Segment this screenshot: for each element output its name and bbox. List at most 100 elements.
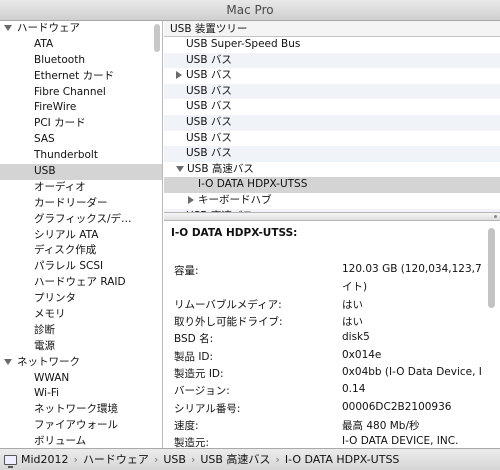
tree-row[interactable]: USB バス	[164, 131, 500, 147]
tree-row-label: USB バス	[186, 147, 232, 160]
sidebar-item[interactable]: Ethernet カード	[0, 69, 162, 85]
disclosure-triangle-icon[interactable]	[176, 165, 184, 172]
tree-row[interactable]: キーボードハブ	[164, 193, 500, 209]
sidebar-item[interactable]: WWAN	[0, 371, 162, 387]
path-bar: Mid2012 › ハードウェア › USB › USB 高速バス › I-O DATA HDP…	[0, 448, 500, 470]
sidebar-item[interactable]: メモリ	[0, 307, 162, 323]
detail-pane: I-O DATA HDPX-UTSS: 容量: 120.03 GB (120,03…	[164, 221, 500, 448]
sidebar-item-label: WWAN	[34, 371, 70, 384]
tree-row-label: キーボードハブ	[198, 193, 272, 206]
sidebar-item[interactable]: ハードウェア RAID	[0, 275, 162, 291]
sidebar-item[interactable]: Wi-Fi	[0, 386, 162, 402]
sidebar-item[interactable]: ディスク作成	[0, 243, 162, 259]
sidebar-item[interactable]: USB	[0, 164, 162, 180]
detail-scrollbar[interactable]	[488, 228, 495, 308]
tree-list: USB Super-Speed Bus USB バス USB バス USB バス USB…	[164, 37, 500, 212]
sidebar-item-label: ディスク作成	[34, 244, 97, 257]
breadcrumb-item[interactable]: I-O DATA HDPX-UTSS	[285, 453, 400, 466]
detail-key: 製品 ID:	[174, 351, 214, 363]
sidebar-item[interactable]: Bluetooth	[0, 53, 162, 69]
sidebar-item[interactable]: FireWire	[0, 100, 162, 116]
splitter-handle[interactable]	[494, 215, 497, 218]
tree-row-label: USB 高速バス	[187, 162, 254, 175]
sidebar-item-label: グラフィックス/デ…	[34, 212, 132, 225]
sidebar-item-label: カードリーダー	[34, 196, 108, 209]
sidebar-item[interactable]: ボリューム	[0, 434, 162, 448]
sidebar-item-label: Bluetooth	[34, 53, 85, 66]
chevron-right-icon: ›	[73, 453, 78, 466]
sidebar-item[interactable]: Thunderbolt	[0, 148, 162, 164]
tree-row[interactable]: USB バス	[164, 99, 500, 115]
pane-splitter[interactable]	[164, 212, 500, 221]
tree-row[interactable]: I-O DATA HDPX-UTSS	[164, 177, 500, 193]
sidebar-item-label: Fibre Channel	[34, 85, 106, 98]
detail-value: 0.14	[342, 383, 366, 395]
sidebar-item[interactable]: PCI カード	[0, 116, 162, 132]
sidebar-item-label: メモリ	[34, 308, 66, 321]
disclosure-triangle-icon[interactable]	[4, 358, 12, 365]
breadcrumb-item[interactable]: ハードウェア	[83, 453, 149, 466]
sidebar-item-label: SAS	[34, 133, 55, 146]
sidebar-item[interactable]: Fibre Channel	[0, 85, 162, 101]
tree-row-label: USB バス	[186, 100, 232, 113]
detail-key: シリアル番号:	[174, 403, 241, 415]
detail-value: 00006DC2B2100936	[342, 401, 452, 413]
sidebar-item-label: 電源	[34, 339, 55, 352]
breadcrumb-item[interactable]: USB 高速バス	[200, 453, 270, 466]
tree-row[interactable]: USB バス	[164, 68, 500, 84]
sidebar-item[interactable]: プリンタ	[0, 291, 162, 307]
sidebar-item[interactable]: SAS	[0, 132, 162, 148]
sidebar-section[interactable]: ネットワーク	[0, 355, 162, 371]
tree-header[interactable]: USB 装置ツリー	[164, 21, 500, 37]
detail-key: 速度:	[174, 420, 199, 432]
sidebar-item-label: FireWire	[34, 101, 77, 114]
sidebar-section[interactable]: ハードウェア	[0, 21, 162, 37]
detail-value: はい	[342, 299, 363, 311]
sidebar-item[interactable]: シリアル ATA	[0, 228, 162, 244]
sidebar-item[interactable]: オーディオ	[0, 180, 162, 196]
tree-row[interactable]: USB バス	[164, 114, 500, 131]
sidebar-item-label: パラレル SCSI	[34, 260, 104, 273]
sidebar-item[interactable]: グラフィックス/デ…	[0, 212, 162, 228]
breadcrumb-item[interactable]: Mid2012	[21, 453, 69, 466]
detail-key: 容量:	[174, 265, 199, 277]
detail-key: 取り外し可能ドライブ:	[174, 316, 283, 328]
chevron-right-icon: ›	[153, 453, 159, 466]
tree-row-label: USB バス	[186, 84, 232, 97]
sidebar-scrollbar[interactable]	[154, 24, 160, 52]
sidebar-item[interactable]: パラレル SCSI	[0, 259, 162, 275]
disclosure-triangle-icon[interactable]	[188, 195, 194, 204]
detail-key: 製造元:	[174, 437, 210, 448]
tree-row-label: USB バス	[186, 131, 232, 144]
sidebar-item[interactable]: ネットワーク環境	[0, 402, 162, 418]
detail-key: リムーバブルメディア:	[174, 299, 282, 311]
sidebar-item-label: PCI カード	[34, 117, 86, 130]
tree-row-label: USB Super-Speed Bus	[186, 38, 301, 50]
sidebar-item-label: オーディオ	[34, 180, 86, 193]
disclosure-triangle-icon[interactable]	[176, 71, 182, 80]
detail-value: 120.03 GB (120,034,123,7	[342, 263, 482, 275]
sidebar-item-label: ハードウェア	[17, 22, 80, 34]
tree-row[interactable]: USB 高速バス	[164, 162, 500, 178]
detail-value: disk5	[342, 331, 370, 343]
sidebar: ハードウェア ATA Bluetooth Ethernet カード Fibre Chan…	[0, 21, 163, 448]
computer-icon	[4, 455, 17, 468]
detail-title: I-O DATA HDPX-UTSS:	[171, 227, 298, 239]
tree-row[interactable]: USB バス	[164, 52, 500, 69]
sidebar-item[interactable]: カードリーダー	[0, 196, 162, 212]
sidebar-item-label: Wi-Fi	[34, 387, 60, 400]
tree-row[interactable]: USB バス	[164, 146, 500, 162]
breadcrumb: Mid2012 › ハードウェア › USB › USB 高速バス › I-O DATA HDP…	[21, 453, 399, 466]
sidebar-item[interactable]: 診断	[0, 323, 162, 339]
detail-value: はい	[342, 316, 363, 328]
tree-row[interactable]: USB Super-Speed Bus	[164, 37, 500, 53]
sidebar-item[interactable]: ATA	[0, 37, 162, 53]
usb-device-tree: USB 装置ツリー USB Super-Speed Bus USB バス USB バ…	[164, 21, 500, 212]
sidebar-item[interactable]: 電源	[0, 339, 162, 355]
tree-row[interactable]: USB バス	[164, 83, 500, 100]
disclosure-triangle-icon[interactable]	[4, 25, 12, 31]
detail-key: バージョン:	[174, 385, 230, 397]
breadcrumb-item[interactable]: USB	[163, 453, 186, 466]
sidebar-item[interactable]: ファイアウォール	[0, 418, 162, 434]
detail-value: 0x04bb (I-O Data Device, I	[342, 366, 482, 378]
